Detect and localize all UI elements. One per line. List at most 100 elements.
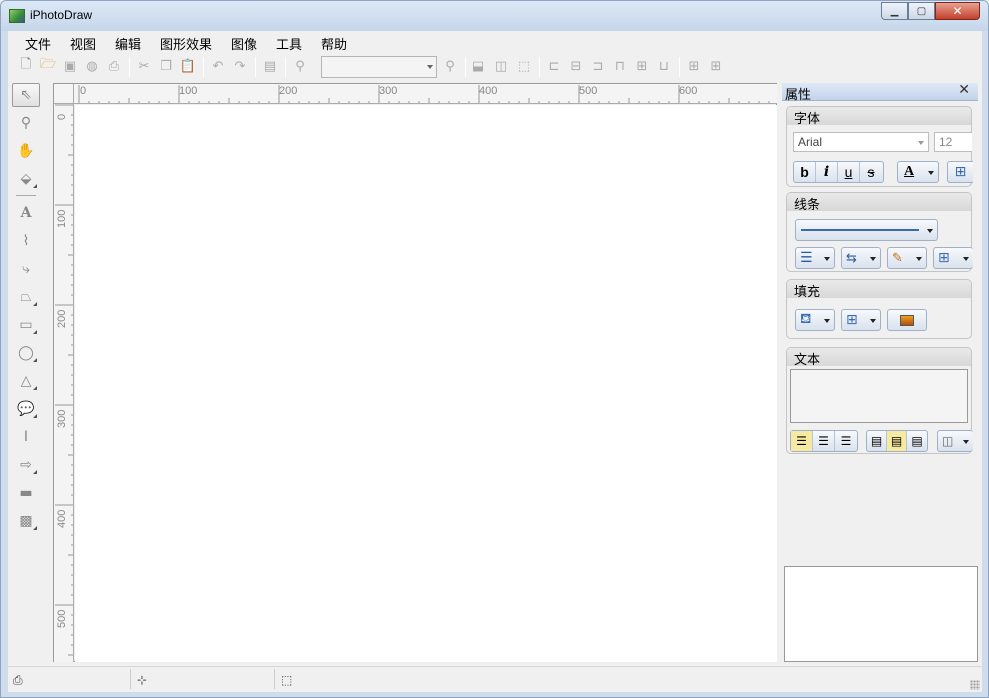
triangle-tool[interactable]: △	[12, 369, 40, 393]
text-margin-button[interactable]: ◫	[937, 430, 973, 452]
arrow-style-button[interactable]: ⇆	[841, 247, 881, 269]
zoom-combo[interactable]	[321, 56, 437, 78]
print-button[interactable]: ⎙	[105, 57, 123, 75]
strikethrough-button[interactable]: s	[860, 162, 882, 182]
mosaic-tool[interactable]: ▩	[12, 509, 40, 533]
valign-bottom-icon: ▤	[911, 434, 923, 448]
line-style-select[interactable]	[795, 219, 938, 241]
ungroup-button[interactable]: ⊞	[707, 57, 725, 75]
italic-button[interactable]: i	[816, 162, 838, 182]
line-pattern-button[interactable]: ⊞	[933, 247, 973, 269]
mosaic-icon: ▩	[19, 513, 33, 529]
align-center-button[interactable]: ⊟	[567, 57, 585, 75]
align-center-text-button[interactable]: ☰	[813, 431, 835, 451]
align-left-text-button[interactable]: ☰	[791, 431, 813, 451]
valign-middle-icon: ▤	[890, 434, 903, 448]
scissors-icon: ✂	[138, 58, 150, 74]
dimension-tool[interactable]: I	[12, 425, 40, 449]
drawing-canvas[interactable]	[75, 105, 777, 662]
status-segment-printer: ⎙	[8, 669, 131, 689]
align-bottom-button[interactable]: ⊔	[655, 57, 673, 75]
grid-icon: ⊞	[846, 312, 858, 328]
resize-grip-icon[interactable]	[970, 680, 980, 690]
chevron-down-icon	[427, 65, 433, 69]
maximize-button[interactable]: ▢	[908, 2, 935, 20]
fit-height-button[interactable]: ◫	[492, 57, 510, 75]
menu-edit[interactable]: 编辑	[115, 34, 141, 53]
font-name-select[interactable]: Arial	[793, 132, 929, 152]
save-web-button[interactable]: ◍	[83, 57, 101, 75]
zoom-out-button[interactable]: ⚲	[291, 57, 309, 75]
connector-tool[interactable]: ⤷	[12, 257, 40, 281]
align-right-button[interactable]: ⊐	[589, 57, 607, 75]
properties-button[interactable]: ▤	[261, 57, 279, 75]
vertical-ruler: 0 100 200 300 400 500	[54, 104, 74, 662]
margin-icon: ◫	[942, 434, 954, 448]
text-content-field[interactable]	[790, 369, 968, 423]
menu-help[interactable]: 帮助	[321, 34, 347, 53]
arrow-ends-icon: ⇆	[846, 250, 857, 266]
rectangle-tool[interactable]: ▭	[12, 313, 40, 337]
line-color-button[interactable]: ✎	[887, 247, 927, 269]
ellipse-tool[interactable]: ◯	[12, 341, 40, 365]
image-tool[interactable]: ▬	[12, 481, 40, 505]
close-button[interactable]: ✕	[935, 2, 980, 20]
valign-middle-button[interactable]: ▤	[887, 431, 907, 451]
font-size-select[interactable]: 12	[934, 132, 972, 152]
menu-bar: 文件 视图 编辑 图形效果 图像 工具 帮助	[8, 31, 982, 53]
paint-bucket-icon: ⛾	[800, 311, 812, 327]
node-edit-tool[interactable]: ⬙	[12, 167, 40, 191]
bold-button[interactable]: b	[794, 162, 816, 182]
copy-button[interactable]: ❐	[157, 57, 175, 75]
ruler-label: 0	[56, 113, 68, 120]
align-top-button[interactable]: ⊓	[611, 57, 629, 75]
polyline-tool[interactable]: ⌇	[12, 229, 40, 253]
open-file-button[interactable]: 🗁	[39, 57, 57, 75]
fill-color-button[interactable]: ⛾	[795, 309, 835, 331]
polyline-icon: ⌇	[22, 233, 30, 249]
paste-button[interactable]: 📋	[179, 57, 197, 75]
save-button[interactable]: ▣	[61, 57, 79, 75]
align-left-button[interactable]: ⊏	[545, 57, 563, 75]
undo-button[interactable]: ↶	[209, 57, 227, 75]
align-middle-button[interactable]: ⊞	[633, 57, 651, 75]
app-window: iPhotoDraw ▁ ▢ ✕ 文件 视图 编辑 图形效果 图像 工具 帮助 …	[0, 0, 989, 698]
select-tool[interactable]: ⇖	[12, 83, 40, 107]
menu-image[interactable]: 图像	[231, 34, 257, 53]
properties-panel: 属性 ✕ 字体 Arial 12 b i u s A ⊞ 线条 ☰ ⇆ ✎ ⊞ …	[782, 82, 978, 663]
font-color-button[interactable]: A	[897, 161, 939, 183]
line-width-button[interactable]: ☰	[795, 247, 835, 269]
close-icon[interactable]: ✕	[958, 82, 970, 98]
valign-bottom-button[interactable]: ▤	[907, 431, 927, 451]
zoom-in-button[interactable]: ⚲	[441, 57, 459, 75]
fit-page-button[interactable]: ⬚	[515, 57, 533, 75]
zoom-tool[interactable]: ⚲	[12, 111, 40, 135]
polygon-tool[interactable]: ⏢	[12, 285, 40, 309]
pan-tool[interactable]: ✋	[12, 139, 40, 163]
globe-icon: ◍	[86, 58, 98, 74]
menu-view[interactable]: 视图	[70, 34, 96, 53]
cut-button[interactable]: ✂	[135, 57, 153, 75]
close-icon: ✕	[952, 4, 963, 18]
fit-width-button[interactable]: ⬓	[469, 57, 487, 75]
underline-button[interactable]: u	[838, 162, 860, 182]
menu-shape-effects[interactable]: 图形效果	[160, 34, 212, 53]
print-icon: ⎙	[108, 58, 120, 74]
fill-image-button[interactable]	[887, 309, 927, 331]
new-file-button[interactable]: 🗋	[17, 57, 35, 75]
align-center-icon: ☰	[818, 434, 829, 448]
fill-pattern-button[interactable]: ⊞	[841, 309, 881, 331]
valign-top-button[interactable]: ▤	[867, 431, 887, 451]
minimize-button[interactable]: ▁	[881, 2, 908, 20]
group-button[interactable]: ⊞	[685, 57, 703, 75]
text-tool[interactable]: A	[12, 201, 40, 225]
callout-tool[interactable]: 💬	[12, 397, 40, 421]
align-right-text-button[interactable]: ☰	[835, 431, 857, 451]
redo-button[interactable]: ↷	[231, 57, 249, 75]
menu-tools[interactable]: 工具	[276, 34, 302, 53]
menu-file[interactable]: 文件	[25, 34, 51, 53]
arrow-shape-tool[interactable]: ⇨	[12, 453, 40, 477]
text-border-button[interactable]: ⊞	[947, 161, 973, 183]
text-group: 文本 ☰ ☰ ☰ ▤ ▤ ▤ ◫	[786, 347, 973, 454]
chevron-down-icon	[963, 257, 969, 261]
